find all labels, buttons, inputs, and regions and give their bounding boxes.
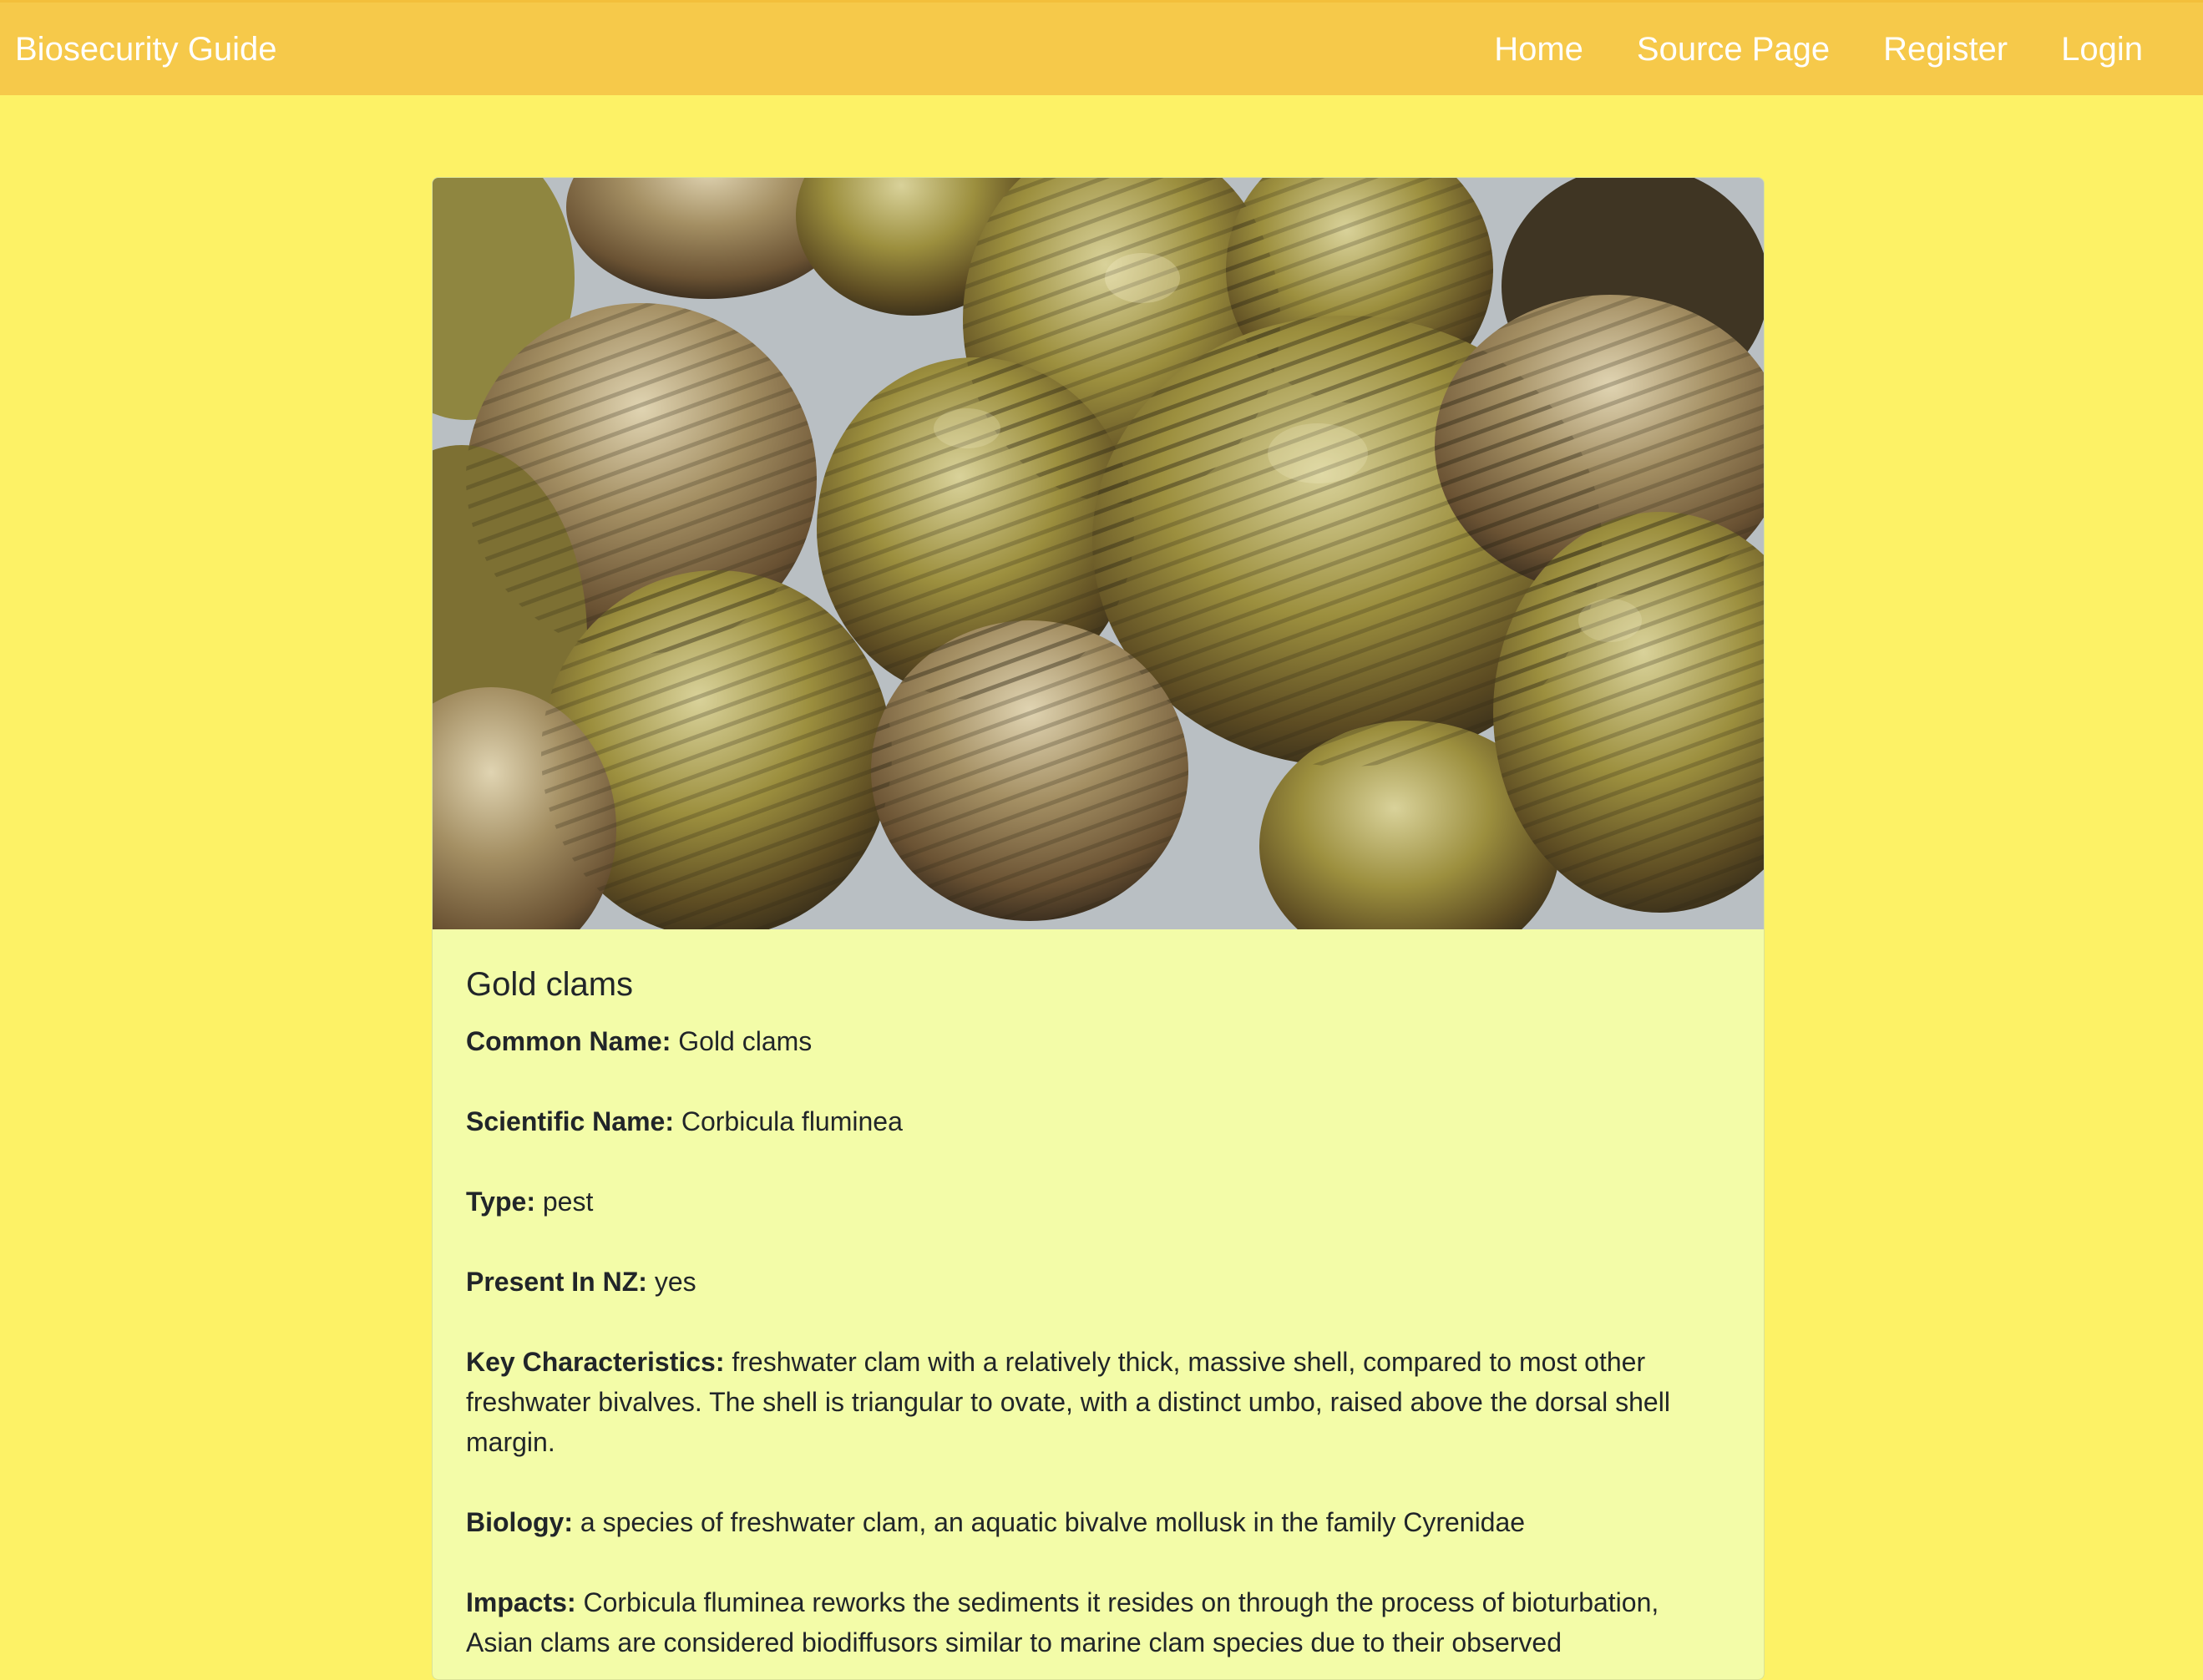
nav-links: Home Source Page Register Login (1494, 28, 2143, 71)
nav-login-link[interactable]: Login (2061, 28, 2143, 71)
species-image (433, 178, 1764, 929)
nav-home-link[interactable]: Home (1494, 28, 1583, 71)
present-in-nz-value: yes (654, 1267, 696, 1297)
scientific-name-label: Scientific Name: (466, 1106, 674, 1136)
common-name-value: Gold clams (678, 1026, 813, 1056)
key-characteristics-field: Key Characteristics: freshwater clam wit… (466, 1342, 1730, 1462)
impacts-label: Impacts: (466, 1587, 576, 1617)
type-field: Type: pest (466, 1182, 1730, 1222)
navbar: Biosecurity Guide Home Source Page Regis… (0, 0, 2203, 95)
key-characteristics-label: Key Characteristics: (466, 1347, 725, 1377)
scientific-name-value: Corbicula fluminea (681, 1106, 903, 1136)
nav-register-link[interactable]: Register (1883, 28, 2008, 71)
present-in-nz-field: Present In NZ: yes (466, 1262, 1730, 1302)
type-label: Type: (466, 1187, 535, 1217)
biology-field: Biology: a species of freshwater clam, a… (466, 1502, 1730, 1542)
species-card: Gold clams Common Name: Gold clams Scien… (432, 177, 1765, 1680)
scientific-name-field: Scientific Name: Corbicula fluminea (466, 1101, 1730, 1141)
present-in-nz-label: Present In NZ: (466, 1267, 647, 1297)
biology-label: Biology: (466, 1507, 573, 1537)
clam-photo-illustration (433, 178, 1764, 929)
nav-source-page-link[interactable]: Source Page (1637, 28, 1830, 71)
impacts-value: Corbicula fluminea reworks the sediments… (466, 1587, 1659, 1657)
common-name-label: Common Name: (466, 1026, 671, 1056)
species-details: Gold clams Common Name: Gold clams Scien… (433, 929, 1764, 1662)
biology-value: a species of freshwater clam, an aquatic… (580, 1507, 1526, 1537)
common-name-field: Common Name: Gold clams (466, 1021, 1730, 1061)
species-title: Gold clams (466, 966, 634, 1003)
brand-link[interactable]: Biosecurity Guide (15, 28, 276, 71)
impacts-field: Impacts: Corbicula fluminea reworks the … (466, 1582, 1730, 1662)
type-value: pest (542, 1187, 594, 1217)
